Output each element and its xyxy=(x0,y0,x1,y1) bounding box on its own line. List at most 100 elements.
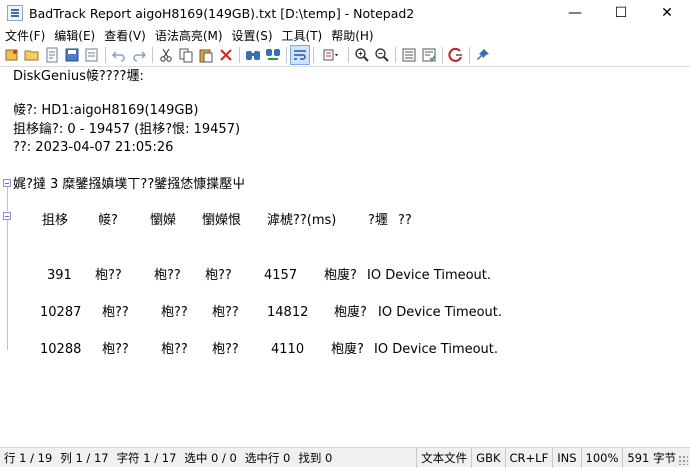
column-header: ?壥 xyxy=(368,213,388,228)
menu-help[interactable]: 帮助(H) xyxy=(327,27,377,44)
redo-button[interactable] xyxy=(129,45,149,65)
copy-button[interactable] xyxy=(176,45,196,65)
undo-icon xyxy=(111,51,125,62)
table-cell: 枹廋? xyxy=(334,305,367,320)
toolbar-separator xyxy=(286,47,287,63)
status-line: 行 1 / 19 xyxy=(4,450,53,465)
paste-button[interactable] xyxy=(196,45,216,65)
new-button[interactable] xyxy=(2,45,22,65)
save-copy-button[interactable] xyxy=(82,45,102,65)
redo-icon xyxy=(133,51,147,62)
window-title: BadTrack Report aigoH8169(149GB).txt [D:… xyxy=(29,5,415,21)
fold-guide xyxy=(7,187,8,211)
table-cell: 枹?? xyxy=(212,342,239,357)
toolbar-separator xyxy=(239,47,240,63)
fold-toggle-icon[interactable] xyxy=(3,212,11,220)
window-controls: — ☐ ✕ xyxy=(552,0,690,26)
save-icon xyxy=(65,48,79,62)
save-settings-icon xyxy=(422,48,436,62)
save-settings-button[interactable] xyxy=(419,45,439,65)
table-cell: 枹?? xyxy=(102,342,129,357)
menu-bar: 文件(F) 编辑(E) 查看(V) 语法高亮(M) 设置(S) 工具(T) 帮助… xyxy=(0,26,690,44)
maximize-button[interactable]: ☐ xyxy=(598,0,644,26)
table-cell: 枹?? xyxy=(161,342,188,357)
column-header: ?? xyxy=(398,213,412,228)
find-button[interactable] xyxy=(243,45,263,65)
menu-syntax[interactable]: 语法高亮(M) xyxy=(151,27,227,44)
table-cell: 枹?? xyxy=(161,305,188,320)
status-bar: 行 1 / 19 列 1 / 17 字符 1 / 17 选中 0 / 0 选中行… xyxy=(0,447,690,468)
undo-button[interactable] xyxy=(109,45,129,65)
settings-button[interactable] xyxy=(399,45,419,65)
report-header-line: DiskGenius帹????壥: xyxy=(13,69,144,84)
text-editor[interactable]: DiskGenius帹????壥: 帹?: HD1:aigoH8169(149G… xyxy=(0,66,690,447)
zoom-in-icon xyxy=(355,48,369,62)
table-cell: 枹?? xyxy=(154,268,181,283)
toolbar-separator xyxy=(348,47,349,63)
word-wrap-button[interactable] xyxy=(290,45,310,65)
status-column: 列 1 / 17 xyxy=(60,450,109,465)
minimize-button[interactable]: — xyxy=(552,0,598,26)
column-header: 懰嬫恨 xyxy=(202,213,242,228)
open-button[interactable] xyxy=(22,45,42,65)
word-wrap-icon xyxy=(294,50,306,60)
browse-button[interactable] xyxy=(42,45,62,65)
fold-toggle-icon[interactable] xyxy=(3,179,11,187)
table-cell: IO Device Timeout. xyxy=(374,342,499,357)
replace-icon xyxy=(266,49,280,60)
range-info-line: 抯栘鑰?: 0 - 19457 (抯栘?恨: 19457) xyxy=(13,122,241,137)
table-cell: 枹廋? xyxy=(324,268,357,283)
pin-button[interactable] xyxy=(473,45,493,65)
status-file-type[interactable]: 文本文件 xyxy=(416,447,471,468)
status-selected-lines: 选中行 0 xyxy=(244,450,291,465)
notepad-app-icon[interactable] xyxy=(7,5,23,21)
cut-button[interactable] xyxy=(156,45,176,65)
table-cell: 枹?? xyxy=(95,268,122,283)
summary-line: 娓?撻 3 糜鐾摾嫃墣丅??鐾摾恷慷揲壓屮 xyxy=(13,177,246,192)
menu-view[interactable]: 查看(V) xyxy=(100,27,150,44)
status-selection: 选中 0 / 0 xyxy=(184,450,237,465)
delete-button[interactable] xyxy=(216,45,236,65)
status-encoding[interactable]: GBK xyxy=(471,447,504,468)
table-cell: 枹?? xyxy=(212,305,239,320)
column-header: 帹? xyxy=(98,213,118,228)
exit-button[interactable] xyxy=(446,45,466,65)
table-cell: IO Device Timeout. xyxy=(378,305,503,320)
table-cell: 4157 xyxy=(264,268,298,283)
status-zoom[interactable]: 100% xyxy=(580,447,623,468)
menu-edit[interactable]: 编辑(E) xyxy=(50,27,99,44)
status-char: 字符 1 / 17 xyxy=(116,450,177,465)
replace-button[interactable] xyxy=(263,45,283,65)
disk-info-line: 帹?: HD1:aigoH8169(149GB) xyxy=(13,103,199,118)
fold-guide xyxy=(7,220,8,350)
time-info-line: ??: 2023-04-07 21:05:26 xyxy=(13,140,174,155)
copy-icon xyxy=(179,48,193,63)
toolbar-separator xyxy=(105,47,106,63)
toolbar xyxy=(0,44,690,66)
close-button[interactable]: ✕ xyxy=(644,0,690,26)
table-cell: 枹?? xyxy=(102,305,129,320)
toolbar-separator xyxy=(395,47,396,63)
cut-icon xyxy=(160,48,172,62)
toolbar-separator xyxy=(442,47,443,63)
table-cell: 10287 xyxy=(40,305,82,320)
scheme-button[interactable] xyxy=(317,45,345,65)
resize-grip-icon[interactable] xyxy=(678,455,688,465)
status-insert-mode[interactable]: INS xyxy=(552,447,580,468)
menu-settings[interactable]: 设置(S) xyxy=(228,27,277,44)
save-button[interactable] xyxy=(62,45,82,65)
column-header: 抯栘 xyxy=(42,213,69,228)
browse-icon xyxy=(46,47,58,63)
exit-icon xyxy=(448,47,462,62)
find-icon xyxy=(246,51,260,60)
zoom-out-button[interactable] xyxy=(372,45,392,65)
column-header: 懰嬫 xyxy=(150,213,177,228)
menu-tools[interactable]: 工具(T) xyxy=(278,27,327,44)
status-eol[interactable]: CR+LF xyxy=(504,447,553,468)
menu-file[interactable]: 文件(F) xyxy=(1,27,49,44)
toolbar-separator xyxy=(469,47,470,63)
table-cell: 枹?? xyxy=(205,268,232,283)
title-bar: BadTrack Report aigoH8169(149GB).txt [D:… xyxy=(0,0,690,26)
zoom-in-button[interactable] xyxy=(352,45,372,65)
scheme-icon xyxy=(323,49,338,61)
